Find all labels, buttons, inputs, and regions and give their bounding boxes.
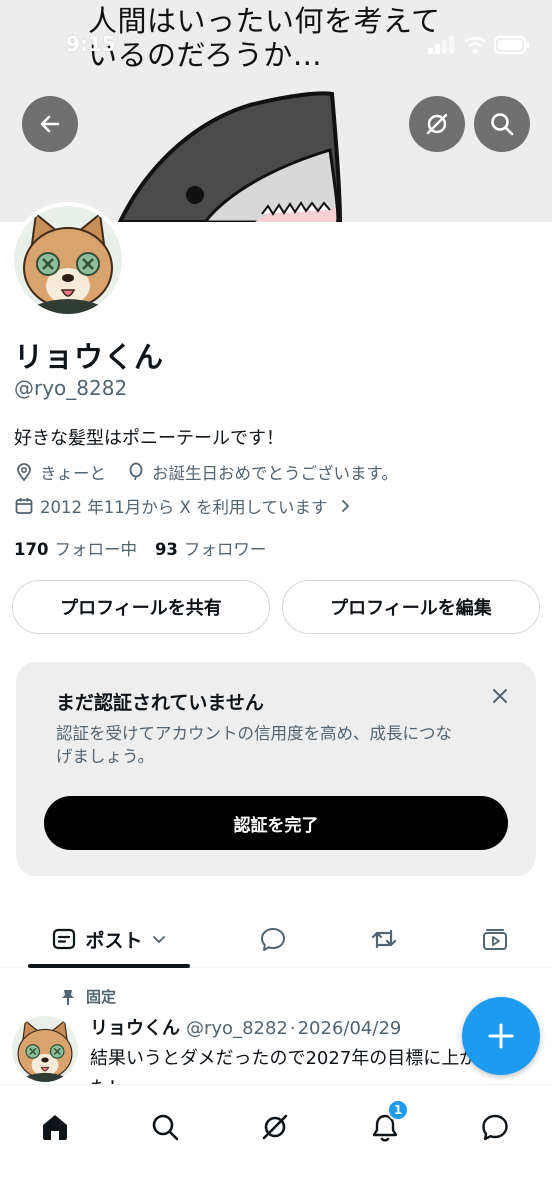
profile-bio: 好きな髪型はポニーテールです！	[14, 428, 284, 449]
bottom-navigation: 1	[0, 1084, 552, 1200]
media-icon	[483, 929, 507, 950]
banner-caption-line: いるのだろうか…	[88, 38, 323, 72]
followers-count: 93	[154, 540, 178, 559]
followers-label: フォロワー	[183, 540, 267, 559]
search-button[interactable]	[474, 96, 530, 152]
grok-icon	[262, 1114, 288, 1140]
user-handle: @ryo_8282	[14, 376, 128, 400]
back-arrow-icon	[40, 115, 60, 133]
grok-icon	[426, 113, 448, 135]
follow-stats: 170 フォロー中 93 フォロワー	[14, 536, 266, 560]
followers-link[interactable]: 93 フォロワー	[155, 536, 266, 560]
following-link[interactable]: 170 フォロー中	[14, 536, 137, 560]
profile-meta-location-birthday: きょーと お誕生日おめでとうございます。	[14, 460, 398, 484]
nav-search[interactable]	[137, 1099, 193, 1155]
pinned-label: 固定	[86, 988, 117, 1006]
compose-post-button[interactable]	[462, 997, 540, 1075]
following-count: 170	[14, 540, 49, 559]
tab-reposts[interactable]	[356, 910, 412, 968]
notification-badge: 1	[387, 1099, 409, 1121]
tab-posts[interactable]: ポスト	[28, 910, 190, 968]
wifi-icon	[464, 36, 486, 54]
verification-title: まだ認証されていません	[56, 692, 264, 714]
post-date[interactable]: 2026/04/29	[298, 1018, 402, 1039]
tab-replies[interactable]	[245, 910, 301, 968]
grok-button[interactable]	[409, 96, 465, 152]
avatar[interactable]	[10, 202, 126, 318]
birthday-text: お誕生日おめでとうございます。	[152, 464, 398, 483]
post-author-handle: @ryo_8282	[186, 1018, 288, 1039]
dog-avatar-illustration	[14, 206, 122, 314]
post-author-avatar[interactable]	[12, 1016, 78, 1082]
status-icons	[428, 36, 530, 54]
share-profile-button[interactable]: プロフィールを共有	[12, 580, 270, 634]
back-button[interactable]	[22, 96, 78, 152]
plus-icon	[488, 1023, 514, 1049]
battery-icon	[494, 36, 529, 54]
search-icon	[491, 113, 514, 136]
balloon-icon	[129, 462, 143, 481]
post-header: リョウくん @ryo_8282 · 2026/04/29	[90, 1014, 401, 1040]
verification-close-button[interactable]	[486, 682, 514, 710]
chevron-right-icon	[341, 500, 349, 512]
reposts-icon	[371, 929, 397, 949]
joined-date-row[interactable]: 2012 年11月から X を利用しています	[14, 494, 352, 518]
banner-caption-line: 人間はいったい何を考えて	[88, 4, 441, 38]
post-author-name[interactable]: リョウくん	[90, 1018, 180, 1039]
nav-home[interactable]	[27, 1099, 83, 1155]
nav-messages[interactable]	[467, 1099, 523, 1155]
verification-description: 認証を受けてアカウントの信用度を高め、成長につなげましょう。	[56, 724, 452, 766]
pin-icon	[62, 989, 74, 1005]
tab-active-indicator	[28, 964, 190, 968]
complete-verification-button[interactable]: 認証を完了	[44, 796, 508, 850]
edit-profile-button[interactable]: プロフィールを編集	[282, 580, 540, 634]
following-label: フォロー中	[54, 540, 137, 559]
location-text: きょーと	[40, 464, 106, 483]
tab-media[interactable]	[467, 910, 523, 968]
verification-card: まだ認証されていません 認証を受けてアカウントの信用度を高め、成長につなげましょ…	[16, 662, 536, 876]
chevron-down-icon	[152, 936, 165, 944]
profile-tabs: ポスト	[0, 910, 552, 968]
status-time: 9:15	[66, 32, 116, 56]
messages-icon	[482, 1114, 508, 1141]
nav-notifications[interactable]: 1	[357, 1099, 413, 1155]
search-icon	[152, 1114, 179, 1141]
replies-icon	[261, 928, 285, 951]
pinned-indicator: 固定	[60, 986, 116, 1007]
post-separator: ·	[289, 1018, 296, 1039]
joined-text: 2012 年11月から X を利用しています	[40, 498, 328, 517]
tab-posts-label: ポスト	[85, 929, 143, 952]
display-name: リョウくん	[14, 340, 165, 374]
nav-grok[interactable]	[247, 1099, 303, 1155]
signal-icon	[428, 36, 454, 54]
home-icon	[43, 1115, 67, 1140]
calendar-icon	[15, 498, 33, 514]
posts-icon	[53, 928, 76, 950]
dog-avatar-illustration	[12, 1016, 78, 1082]
location-pin-icon	[17, 463, 31, 482]
close-icon	[493, 689, 507, 703]
banner-caption: 人間はいったい何を考えて いるのだろうか…	[88, 4, 441, 72]
